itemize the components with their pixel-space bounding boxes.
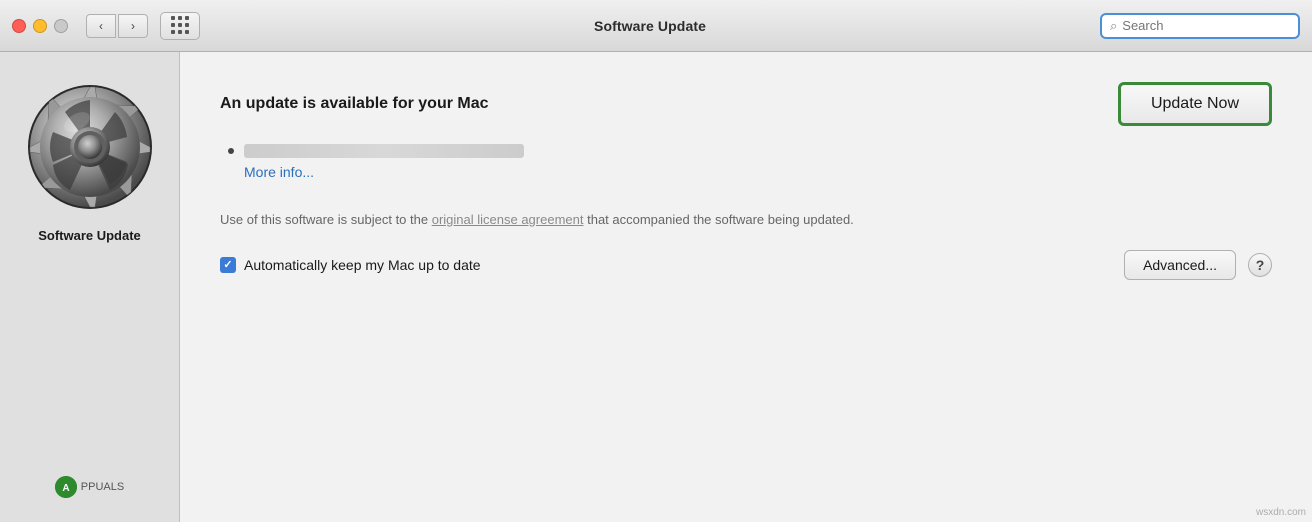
- auto-update-checkbox-wrapper: ✓ Automatically keep my Mac up to date: [220, 257, 481, 273]
- window-title: Software Update: [208, 18, 1092, 34]
- search-icon: ⌕: [1110, 18, 1117, 34]
- license-link[interactable]: original license agreement: [432, 212, 584, 227]
- more-info-link[interactable]: More info...: [244, 164, 1272, 180]
- grid-dots-icon: [171, 16, 190, 35]
- traffic-lights: [12, 19, 68, 33]
- update-item: [220, 144, 1272, 158]
- search-bar[interactable]: ⌕: [1100, 13, 1300, 39]
- auto-update-label: Automatically keep my Mac up to date: [244, 257, 481, 273]
- title-bar: ‹ › Software Update ⌕: [0, 0, 1312, 52]
- checkmark-icon: ✓: [223, 258, 232, 271]
- watermark: wsxdn.com: [1256, 507, 1306, 518]
- main-container: Software Update A PPUALS An update is av…: [0, 52, 1312, 522]
- minimize-button[interactable]: [33, 19, 47, 33]
- help-button[interactable]: ?: [1248, 253, 1272, 277]
- gear-icon-wrapper: [25, 82, 155, 212]
- update-title: An update is available for your Mac: [220, 95, 489, 113]
- grid-view-button[interactable]: [160, 12, 200, 40]
- appuals-logo: A PPUALS: [55, 476, 124, 502]
- gear-icon: [25, 82, 155, 212]
- update-now-button[interactable]: Update Now: [1118, 82, 1272, 126]
- back-button[interactable]: ‹: [86, 14, 116, 38]
- advanced-button[interactable]: Advanced...: [1124, 250, 1236, 280]
- search-input[interactable]: [1122, 18, 1290, 33]
- auto-update-checkbox[interactable]: ✓: [220, 257, 236, 273]
- bottom-bar: ✓ Automatically keep my Mac up to date A…: [220, 250, 1272, 280]
- maximize-button[interactable]: [54, 19, 68, 33]
- close-button[interactable]: [12, 19, 26, 33]
- license-text: Use of this software is subject to the o…: [220, 210, 900, 230]
- svg-text:A: A: [62, 483, 69, 494]
- sidebar-label: Software Update: [38, 228, 141, 243]
- appuals-icon: A: [55, 476, 77, 498]
- content-area: An update is available for your Mac Upda…: [180, 52, 1312, 522]
- appuals-text: PPUALS: [81, 481, 124, 493]
- license-text-before: Use of this software is subject to the: [220, 212, 432, 227]
- sidebar: Software Update A PPUALS: [0, 52, 180, 522]
- update-header: An update is available for your Mac Upda…: [220, 82, 1272, 126]
- update-item-text-blurred: [244, 144, 524, 158]
- license-text-after: that accompanied the software being upda…: [583, 212, 853, 227]
- bullet-point: [228, 148, 234, 154]
- forward-button[interactable]: ›: [118, 14, 148, 38]
- nav-buttons: ‹ ›: [86, 14, 148, 38]
